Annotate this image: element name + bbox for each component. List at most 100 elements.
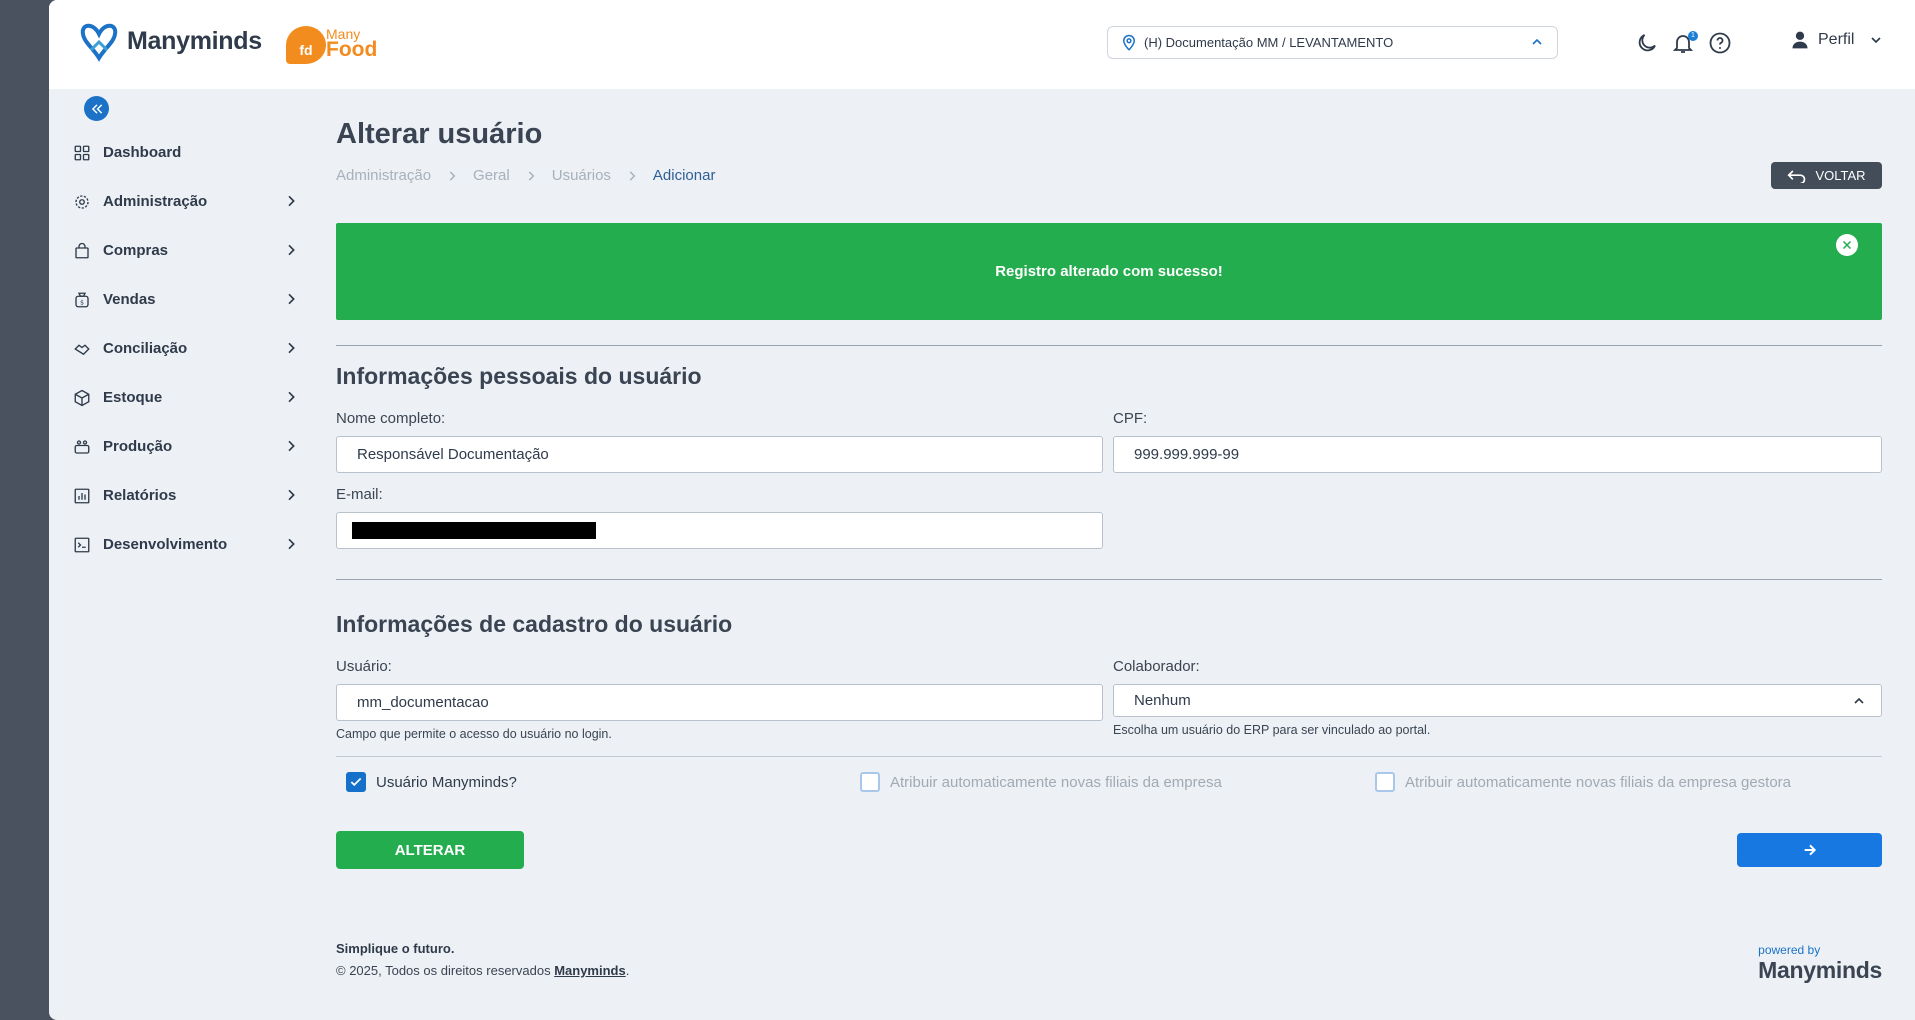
username-input[interactable]: mm_documentacao — [336, 684, 1103, 721]
checkbox-label: Atribuir automaticamente novas filiais d… — [1405, 773, 1792, 791]
location-value: (H) Documentação MM / LEVANTAMENTO — [1144, 35, 1394, 50]
sidebar-item-dashboard[interactable]: Dashboard — [73, 128, 303, 177]
chevron-right-icon — [288, 440, 295, 452]
chevron-right-icon — [528, 170, 535, 181]
sidebar-item-label: Estoque — [103, 389, 163, 406]
collaborator-label: Colaborador: — [1113, 658, 1200, 675]
chevron-right-icon — [288, 538, 295, 550]
sidebar: Dashboard Administração Compras $ Vendas… — [73, 128, 303, 569]
success-alert: Registro alterado com sucesso! — [336, 223, 1882, 320]
checkbox-unchecked — [1375, 772, 1395, 792]
personal-section-title: Informações pessoais do usuário — [336, 363, 702, 389]
main-content: Alterar usuário Administração Geral Usuá… — [336, 118, 1882, 983]
auto-branches-checkbox[interactable]: Atribuir automaticamente novas filiais d… — [860, 772, 1222, 792]
powered-by-brand: Manyminds — [1758, 957, 1882, 983]
checkbox-label: Usuário Manyminds? — [376, 773, 517, 791]
sidebar-item-administracao[interactable]: Administração — [73, 177, 303, 226]
back-button-label: VOLTAR — [1815, 168, 1866, 183]
gear-icon — [75, 194, 89, 209]
section-divider — [336, 345, 1882, 346]
manyfood-badge: fd — [286, 26, 326, 64]
profile-menu[interactable]: Perfil — [1790, 30, 1884, 50]
breadcrumb-item[interactable]: Administração — [336, 167, 431, 184]
factory-icon — [74, 439, 90, 454]
shopping-bag-icon — [75, 242, 89, 258]
sidebar-item-compras[interactable]: Compras — [73, 226, 303, 275]
cpf-input[interactable]: 999.999.999-99 — [1113, 436, 1882, 473]
sidebar-item-relatorios[interactable]: Relatórios — [73, 471, 303, 520]
sidebar-item-label: Conciliação — [103, 340, 188, 357]
sidebar-collapse-button[interactable] — [84, 96, 109, 121]
manyminds-logo-icon — [80, 23, 118, 62]
dark-mode-moon-icon[interactable] — [1635, 31, 1659, 55]
checkbox-row: Usuário Manyminds? Atribuir automaticame… — [336, 768, 1882, 798]
sidebar-item-label: Produção — [103, 438, 173, 455]
collaborator-value: Nenhum — [1134, 692, 1191, 709]
registration-section-title: Informações de cadastro do usuário — [336, 611, 733, 637]
sidebar-item-label: Desenvolvimento — [103, 536, 228, 553]
sidebar-item-producao[interactable]: Produção — [73, 422, 303, 471]
chevron-right-icon — [288, 244, 295, 256]
page-title: Alterar usuário — [336, 118, 543, 150]
close-icon — [1842, 240, 1852, 250]
sidebar-item-vendas[interactable]: $ Vendas — [73, 275, 303, 324]
alert-close-button[interactable] — [1836, 234, 1858, 256]
chevron-right-icon — [288, 342, 295, 354]
sidebar-item-label: Dashboard — [103, 144, 182, 161]
help-icon[interactable] — [1708, 31, 1732, 55]
map-pin-icon — [1122, 34, 1136, 51]
sidebar-item-label: Vendas — [103, 291, 156, 308]
handshake-icon — [74, 343, 90, 355]
app-frame: Manyminds fd Many Food (H) Documentação … — [49, 0, 1915, 1020]
manyfood-word: Food — [326, 38, 378, 61]
sidebar-item-label: Compras — [103, 242, 169, 259]
check-icon — [350, 777, 362, 787]
sidebar-item-desenvolvimento[interactable]: Desenvolvimento — [73, 520, 303, 569]
double-chevron-left-icon — [91, 103, 102, 114]
cpf-label: CPF: — [1113, 410, 1148, 427]
breadcrumb-item[interactable]: Usuários — [552, 167, 611, 184]
top-bar: Manyminds fd Many Food (H) Documentação … — [49, 0, 1915, 89]
manyfood-logo: fd Many Food — [286, 22, 382, 64]
collaborator-select[interactable]: Nenhum — [1113, 684, 1882, 717]
breadcrumb-current: Adicionar — [652, 167, 716, 184]
footer-copyright: © 2025, Todos os direitos reservados Man… — [336, 963, 629, 978]
company-link[interactable]: Manyminds — [554, 963, 626, 978]
submit-button[interactable]: ALTERAR — [336, 831, 524, 869]
chevron-right-icon — [449, 170, 456, 181]
location-select[interactable]: (H) Documentação MM / LEVANTAMENTO — [1107, 26, 1558, 59]
terminal-icon — [74, 537, 90, 552]
next-button[interactable] — [1737, 833, 1882, 867]
copyright-period: . — [625, 963, 630, 978]
sidebar-item-estoque[interactable]: Estoque — [73, 373, 303, 422]
redacted-email — [352, 522, 596, 539]
email-input[interactable] — [336, 512, 1103, 549]
collaborator-help: Escolha um usuário do ERP para ser vincu… — [1113, 723, 1431, 737]
chevron-right-icon — [288, 391, 295, 403]
chevron-right-icon — [288, 195, 295, 207]
chevron-up-icon — [1532, 38, 1542, 45]
bar-chart-icon — [74, 488, 90, 503]
chevron-right-icon — [288, 293, 295, 305]
manyminds-user-checkbox[interactable]: Usuário Manyminds? — [346, 772, 517, 792]
breadcrumb-item[interactable]: Geral — [473, 167, 510, 184]
section-divider — [336, 579, 1882, 580]
brand-name: Manyminds — [127, 26, 262, 55]
user-icon — [1792, 31, 1808, 49]
breadcrumb: Administração Geral Usuários Adicionar — [336, 167, 1882, 184]
box-icon — [74, 389, 90, 406]
profile-label: Perfil — [1818, 31, 1855, 48]
back-button[interactable]: VOLTAR — [1771, 162, 1882, 189]
brand-logo[interactable]: Manyminds — [79, 20, 262, 62]
arrow-right-icon — [1804, 844, 1816, 856]
auto-manager-branches-checkbox[interactable]: Atribuir automaticamente novas filiais d… — [1375, 772, 1791, 792]
notification-badge: 1 — [1688, 31, 1698, 41]
return-arrow-icon — [1787, 169, 1806, 183]
copyright-text: © 2025, Todos os direitos reservados — [336, 963, 551, 978]
powered-by-label: powered by — [1758, 943, 1821, 957]
checkbox-label: Atribuir automaticamente novas filiais d… — [890, 773, 1222, 791]
money-bag-icon: $ — [75, 292, 89, 307]
name-input[interactable]: Responsável Documentação — [336, 436, 1103, 473]
sidebar-item-conciliacao[interactable]: Conciliação — [73, 324, 303, 373]
username-label: Usuário: — [336, 658, 392, 675]
